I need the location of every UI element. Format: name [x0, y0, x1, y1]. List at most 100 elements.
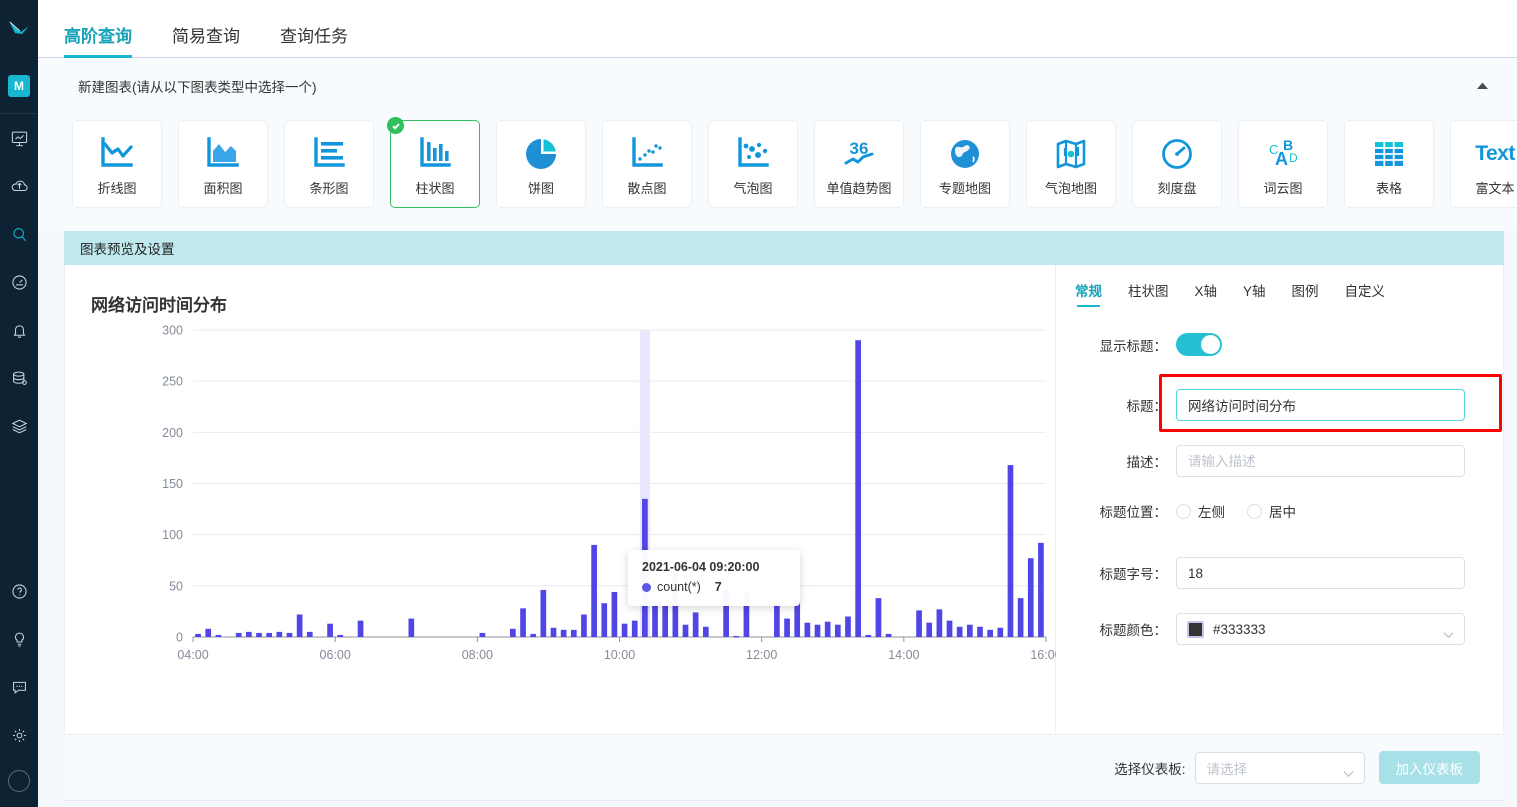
- sidebar-item-settings[interactable]: [0, 711, 38, 759]
- bar[interactable]: [702, 626, 709, 637]
- bar[interactable]: [936, 609, 943, 637]
- sidebar-item-tips[interactable]: [0, 615, 38, 663]
- bar[interactable]: [1027, 558, 1034, 637]
- bar[interactable]: [205, 628, 212, 637]
- sidebar-item-gauge[interactable]: [0, 258, 38, 306]
- bar[interactable]: [286, 632, 293, 637]
- bar[interactable]: [1007, 465, 1014, 637]
- bar[interactable]: [357, 620, 364, 637]
- chart-type-column[interactable]: 柱状图: [387, 117, 480, 208]
- chart-type-gauge-dial[interactable]: 刻度盘: [1132, 120, 1222, 208]
- bar[interactable]: [966, 624, 973, 637]
- tab-settings-column[interactable]: 柱状图: [1128, 285, 1169, 308]
- bar[interactable]: [865, 634, 872, 637]
- bar-chart[interactable]: 0 50 100 150 200 250 300 04:00 06:00 08:00 10:00 12…: [65, 325, 1056, 685]
- sidebar-item-search[interactable]: [0, 210, 38, 258]
- bar[interactable]: [631, 620, 638, 637]
- bar[interactable]: [215, 634, 222, 637]
- bar[interactable]: [956, 626, 963, 637]
- bar[interactable]: [652, 601, 658, 637]
- sidebar-item-cloud-upload[interactable]: [0, 162, 38, 210]
- bar[interactable]: [916, 610, 922, 637]
- bar[interactable]: [794, 600, 801, 637]
- bar[interactable]: [733, 635, 740, 638]
- bar[interactable]: [774, 603, 780, 637]
- title-position-left-radio[interactable]: 左侧: [1176, 501, 1225, 521]
- bar[interactable]: [550, 627, 557, 637]
- chart-type-bubble-map[interactable]: 气泡地图: [1026, 120, 1116, 208]
- sidebar-item-layers[interactable]: [0, 402, 38, 450]
- tab-settings-custom[interactable]: 自定义: [1345, 285, 1386, 308]
- title-color-select[interactable]: #333333: [1176, 613, 1465, 645]
- bar[interactable]: [1038, 542, 1044, 637]
- bar[interactable]: [977, 626, 983, 637]
- tab-simple-query[interactable]: 简易查询: [172, 28, 240, 57]
- bar[interactable]: [642, 498, 648, 637]
- bar[interactable]: [723, 589, 729, 637]
- tab-settings-general[interactable]: 常规: [1075, 285, 1102, 308]
- tab-settings-xaxis[interactable]: X轴: [1195, 285, 1218, 308]
- bar[interactable]: [266, 632, 273, 637]
- show-title-toggle[interactable]: [1176, 333, 1222, 356]
- tab-advanced-query[interactable]: 高阶查询: [64, 28, 132, 58]
- workspace-badge[interactable]: M: [0, 58, 38, 114]
- chart-type-bar-horizontal[interactable]: 条形图: [284, 120, 374, 208]
- bar[interactable]: [560, 629, 567, 637]
- chart-type-table[interactable]: 表格: [1344, 120, 1434, 208]
- bar[interactable]: [327, 623, 333, 637]
- bar[interactable]: [601, 603, 608, 637]
- bar[interactable]: [662, 605, 669, 637]
- bar[interactable]: [692, 612, 699, 637]
- bar[interactable]: [235, 632, 242, 637]
- bar[interactable]: [672, 573, 679, 637]
- bar[interactable]: [834, 624, 841, 637]
- bar[interactable]: [581, 614, 587, 637]
- chart-type-scatter[interactable]: 散点图: [602, 120, 692, 208]
- bar[interactable]: [246, 631, 252, 637]
- sidebar-item-help[interactable]: [0, 567, 38, 615]
- bar[interactable]: [855, 340, 861, 637]
- bar[interactable]: [804, 622, 811, 637]
- bar[interactable]: [845, 616, 851, 637]
- bar[interactable]: [814, 624, 821, 637]
- bar[interactable]: [540, 589, 547, 637]
- bar[interactable]: [520, 608, 526, 637]
- bar[interactable]: [743, 592, 750, 637]
- collapse-section-button[interactable]: [1471, 75, 1493, 97]
- description-input[interactable]: [1176, 445, 1465, 477]
- bar[interactable]: [611, 591, 618, 637]
- bar[interactable]: [682, 624, 689, 637]
- chart-type-pie[interactable]: 饼图: [496, 120, 586, 208]
- tab-query-tasks[interactable]: 查询任务: [280, 28, 348, 57]
- bar[interactable]: [570, 629, 577, 637]
- bar[interactable]: [946, 620, 953, 637]
- bar[interactable]: [337, 634, 344, 637]
- bar[interactable]: [479, 632, 486, 637]
- title-position-center-radio[interactable]: 居中: [1247, 501, 1296, 521]
- bar[interactable]: [296, 614, 303, 637]
- bar[interactable]: [530, 633, 537, 637]
- bar[interactable]: [510, 628, 516, 637]
- sidebar-item-feedback[interactable]: [0, 663, 38, 711]
- chart-type-line[interactable]: 折线图: [72, 120, 162, 208]
- bar[interactable]: [591, 544, 597, 637]
- bar[interactable]: [875, 598, 882, 637]
- bar[interactable]: [621, 623, 628, 637]
- bar[interactable]: [987, 629, 993, 637]
- chart-type-area[interactable]: 面积图: [178, 120, 268, 208]
- chart-type-word-cloud[interactable]: C B A D 词云图: [1238, 120, 1328, 208]
- sidebar-item-alerts[interactable]: [0, 306, 38, 354]
- chart-type-thematic-map[interactable]: 专题地图: [920, 120, 1010, 208]
- bar[interactable]: [408, 618, 415, 637]
- add-to-dashboard-button[interactable]: 加入仪表板: [1378, 751, 1480, 784]
- sidebar-item-database[interactable]: [0, 354, 38, 402]
- bar[interactable]: [276, 631, 283, 637]
- dashboard-select[interactable]: 请选择: [1194, 751, 1365, 784]
- bar[interactable]: [1017, 598, 1024, 637]
- bar[interactable]: [926, 622, 933, 637]
- sidebar-item-account[interactable]: [0, 759, 38, 807]
- bar[interactable]: [256, 632, 262, 637]
- bar[interactable]: [997, 627, 1004, 637]
- title-font-size-input[interactable]: [1176, 557, 1465, 589]
- bar[interactable]: [885, 633, 892, 637]
